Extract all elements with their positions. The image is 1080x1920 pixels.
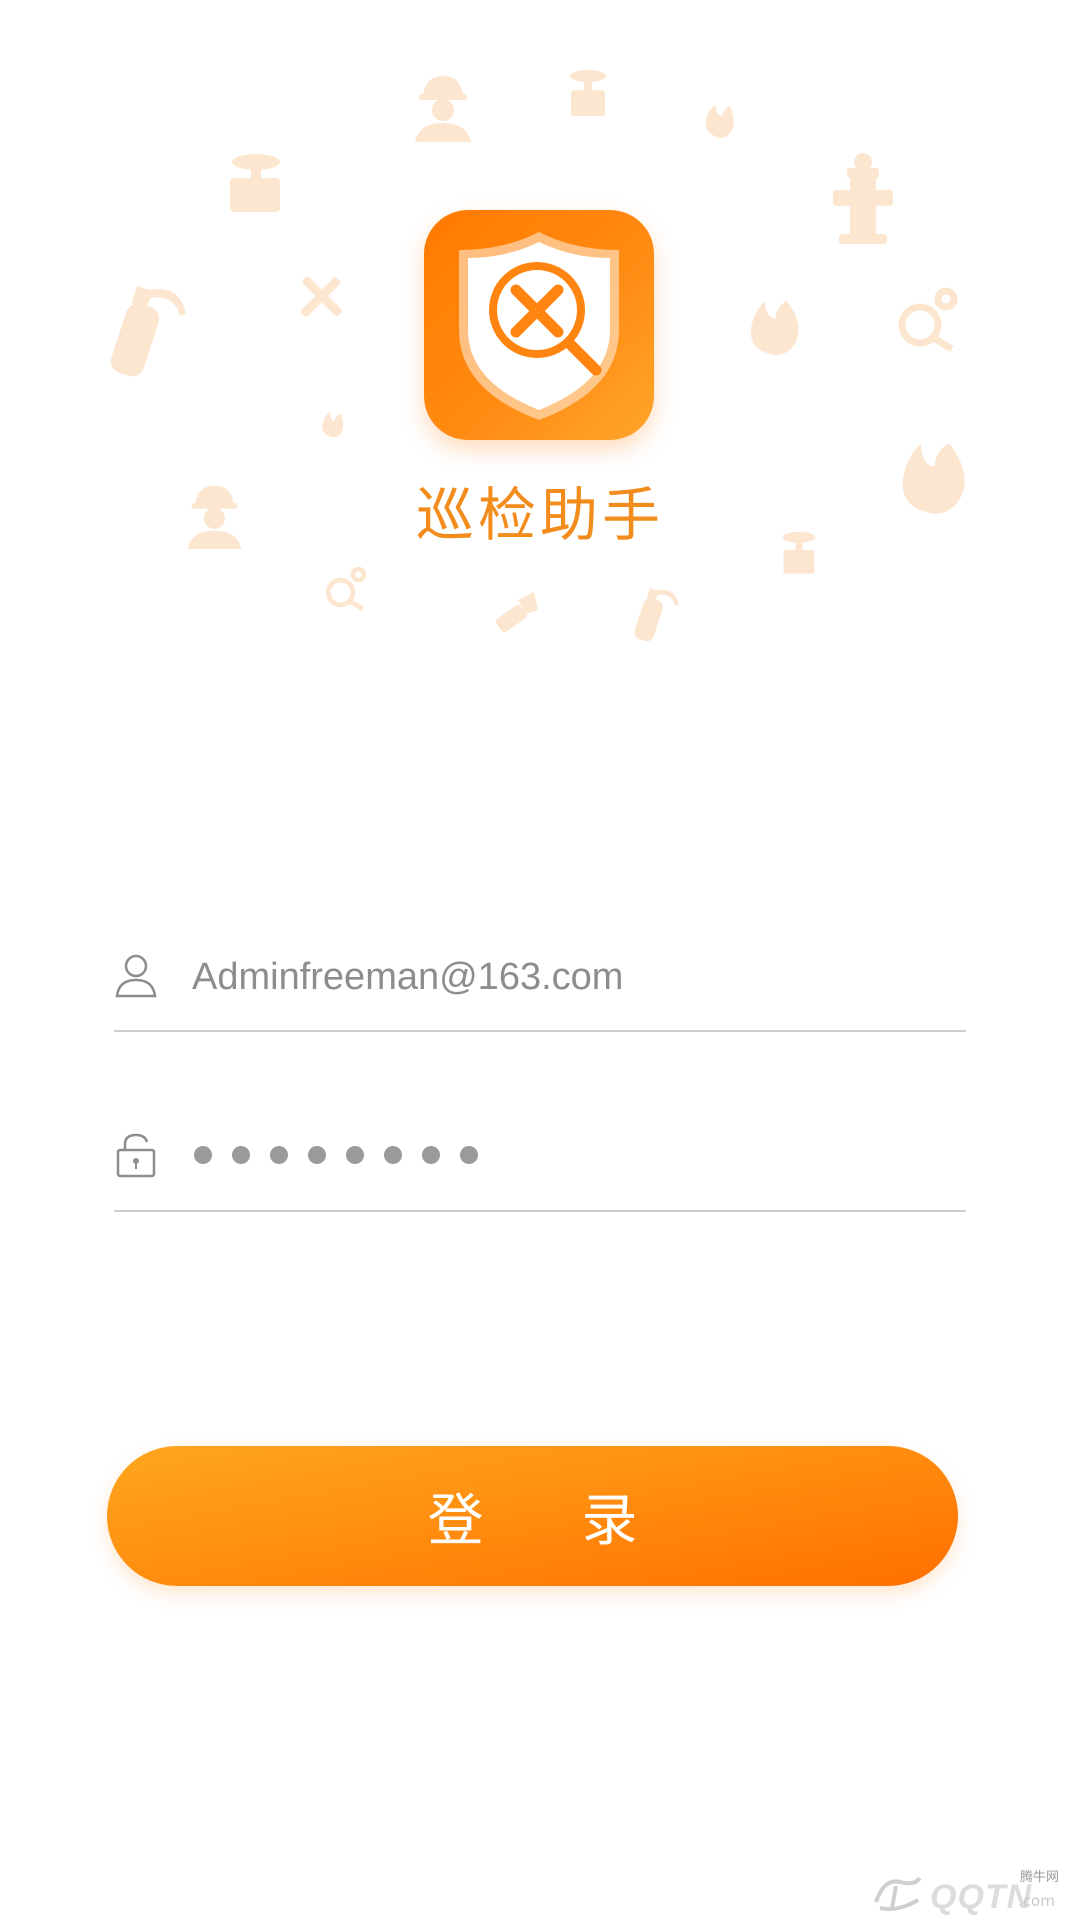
lock-icon — [116, 1133, 156, 1178]
site-watermark: 腾牛网 QQTN .com — [870, 1866, 1070, 1916]
watermark-suffix: .com — [1018, 1892, 1055, 1910]
gear-search-icon — [320, 565, 368, 613]
user-icon — [115, 954, 157, 998]
password-dot — [270, 1146, 288, 1164]
username-field[interactable]: Adminfreeman@163.com — [114, 930, 966, 1032]
gear-search-icon — [890, 285, 960, 355]
password-field[interactable] — [114, 1110, 966, 1212]
login-screen: 巡检助手 Adminfreeman@163.com 登 录 腾牛网 QQTN .… — [0, 0, 1080, 1920]
fire-hydrant-icon — [825, 150, 900, 250]
password-dot — [308, 1146, 326, 1164]
valve-icon — [563, 68, 613, 123]
flashlight-icon — [488, 590, 540, 640]
login-button[interactable]: 登 录 — [107, 1446, 958, 1586]
valve-icon — [220, 150, 290, 220]
username-value: Adminfreeman@163.com — [192, 956, 624, 998]
fire-extinguisher-icon — [100, 270, 195, 380]
fire-extinguisher-icon — [628, 578, 684, 644]
watermark-logo-icon — [874, 1876, 922, 1911]
flame-small-icon — [318, 408, 348, 440]
password-dot — [422, 1146, 440, 1164]
password-mask — [194, 1146, 478, 1164]
flame-small-icon — [700, 100, 740, 140]
password-dot — [194, 1146, 212, 1164]
password-dot — [460, 1146, 478, 1164]
password-dot — [232, 1146, 250, 1164]
password-dot — [346, 1146, 364, 1164]
worker-helmet-icon — [405, 68, 480, 143]
shield-wrench-icon — [459, 232, 619, 420]
password-dot — [384, 1146, 402, 1164]
app-name: 巡检助手 — [415, 481, 664, 549]
flame-icon — [745, 295, 805, 357]
app-logo — [424, 210, 654, 440]
wrench-screwdriver-icon — [295, 270, 347, 322]
watermark-brand: QQTN — [930, 1878, 1033, 1916]
